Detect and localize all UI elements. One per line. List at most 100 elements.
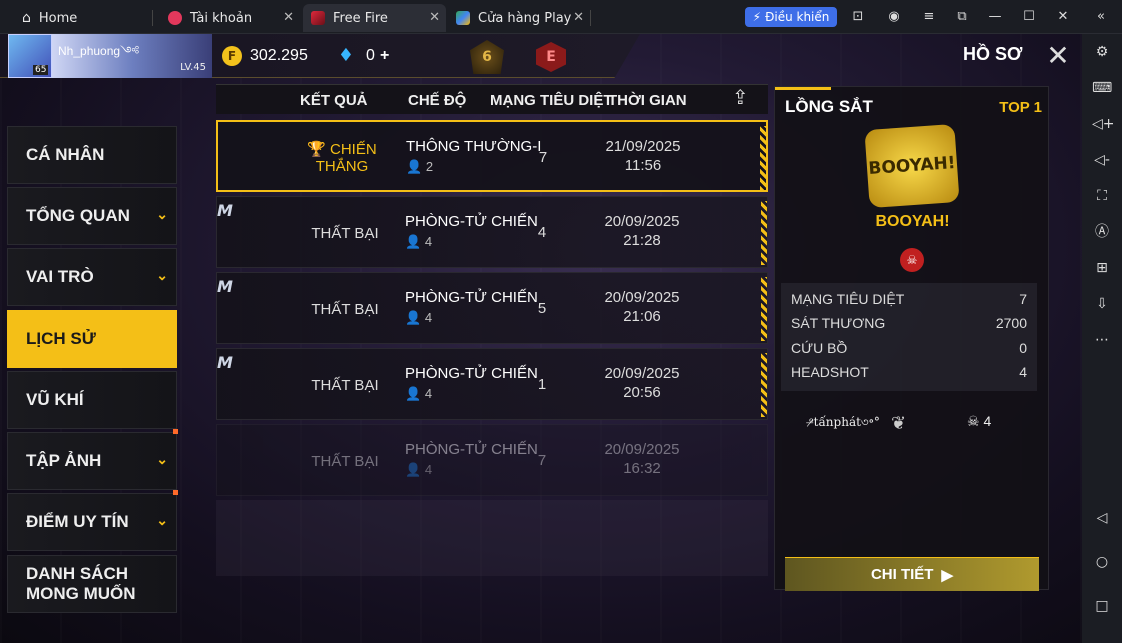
row-stripe: [761, 201, 767, 265]
collapse-sidebar-icon[interactable]: «: [1092, 8, 1110, 26]
home-circle-icon[interactable]: ○: [1092, 552, 1112, 572]
result-text: THẤT BẠI: [311, 377, 379, 394]
stat-label: SÁT THƯƠNG: [791, 315, 886, 331]
details-button[interactable]: CHI TIẾT ▶: [785, 557, 1039, 591]
match-time: 21:28: [623, 232, 661, 249]
tab-play-store-label: Cửa hàng Play: [478, 10, 572, 26]
match-detail-panel: LỒNG SẮT TOP 1 BOOYAH! BOOYAH! ☠ MẠNG TI…: [774, 86, 1049, 591]
col-time: THỜI GIAN: [608, 92, 687, 109]
match-time: 11:56: [624, 157, 662, 174]
match-date: 20/09/2025: [604, 365, 680, 382]
nav-wishlist[interactable]: DANH SÁCH MONG MUỐN: [7, 555, 177, 613]
stat-label: HEADSHOT: [791, 364, 869, 380]
minimize-icon[interactable]: —: [986, 8, 1004, 26]
table-row[interactable]: 🏆 CHIẾN THẮNG THÔNG THƯỜNG-I 👤 2 7 21/09/…: [216, 120, 768, 192]
table-row[interactable]: M THẤT BẠI PHÒNG-TỬ CHIẾN 👤 4 5 20/09/20…: [216, 272, 768, 344]
recents-icon[interactable]: □: [1092, 596, 1112, 616]
players-count: 👤 4: [405, 234, 432, 250]
menu-icon[interactable]: ≡: [920, 8, 938, 26]
more-icon[interactable]: ⋯: [1092, 330, 1112, 350]
avatar[interactable]: 65: [8, 34, 52, 78]
result-text: THẤT BẠI: [311, 301, 379, 318]
apk-install-icon[interactable]: ⇩: [1092, 294, 1112, 314]
nav-personal[interactable]: CÁ NHÂN: [7, 126, 177, 184]
add-diamond-icon[interactable]: +: [380, 47, 389, 65]
settings-icon[interactable]: ⚙: [1092, 42, 1112, 62]
account-app-icon: [168, 11, 182, 25]
players-value: 4: [424, 386, 433, 401]
nav-weapons[interactable]: VŨ KHÍ: [7, 371, 177, 429]
col-result: KẾT QUẢ: [300, 92, 368, 109]
mode-badge-icon: M: [217, 277, 233, 296]
nav-label: DANH SÁCH MONG MUỐN: [26, 564, 136, 603]
keyboard-icon[interactable]: ⌨: [1092, 78, 1112, 98]
avatar-level: 65: [33, 65, 49, 75]
table-row[interactable]: M THẤT BẠI PHÒNG-TỬ CHIẾN 👤 4 4 20/09/20…: [216, 196, 768, 268]
gamepad-icon[interactable]: ⊡: [849, 8, 867, 26]
booyah-trophy-icon: BOOYAH!: [864, 123, 960, 209]
kills-value: 1: [537, 376, 547, 393]
stat-value: 2700: [995, 315, 1027, 331]
multi-instance-icon[interactable]: ⊞: [1092, 258, 1112, 278]
game-viewport: 65 Nh_phuong༺ LV.45 F 302.295 ♦ 0 + 6 E …: [0, 34, 1082, 643]
notification-dot: [173, 429, 178, 434]
nav-reputation[interactable]: ĐIỂM UY TÍN ⌄: [7, 490, 178, 551]
nav-overview[interactable]: TỔNG QUAN ⌄: [7, 187, 177, 245]
close-icon[interactable]: ✕: [1044, 42, 1072, 70]
emulator-title-bar: ⌂ Home Tài khoản ✕ Free Fire ✕ Cửa hàng …: [0, 0, 1122, 34]
close-tab-icon[interactable]: ✕: [283, 10, 294, 25]
back-icon[interactable]: ◁: [1092, 508, 1112, 528]
result-text: THẤT BẠI: [311, 225, 379, 242]
tab-account[interactable]: Tài khoản ✕: [160, 4, 300, 32]
br-rank-value: 6: [482, 49, 492, 65]
players-count: 👤 2: [406, 159, 433, 175]
close-tab-icon[interactable]: ✕: [573, 10, 584, 25]
tab-account-label: Tài khoản: [190, 10, 253, 26]
play-arrow-icon: ▶: [941, 566, 954, 584]
tab-home-label: Home: [38, 10, 78, 26]
stat-value: 0: [1019, 340, 1027, 356]
gold-coin-icon: F: [222, 46, 242, 66]
cs-rank-value: E: [546, 49, 556, 65]
nav-label: CÁ NHÂN: [26, 145, 105, 164]
stats-box: MẠNG TIÊU DIỆT 7 SÁT THƯƠNG 2700 CỨU BỒ …: [781, 283, 1037, 391]
skull-emblem-icon: ☠: [900, 248, 924, 272]
tab-home[interactable]: ⌂ Home: [14, 4, 154, 32]
players-count: 👤 4: [405, 462, 432, 478]
nav-label: VŨ KHÍ: [26, 390, 84, 409]
close-window-icon[interactable]: ✕: [1054, 8, 1072, 26]
play-store-icon: [456, 11, 470, 25]
kills-value: 7: [537, 452, 547, 469]
nav-history[interactable]: LỊCH SỬ: [7, 310, 177, 368]
teammate-avatar-icon: ❦: [891, 413, 907, 434]
match-time: 20:56: [623, 384, 661, 401]
players-value: 4: [424, 234, 433, 249]
tab-play-store[interactable]: Cửa hàng Play ✕: [448, 4, 590, 32]
close-tab-icon[interactable]: ✕: [429, 10, 440, 25]
trophy-icon: 🏆: [307, 141, 326, 158]
account-icon[interactable]: ◉: [885, 8, 903, 26]
kills-value: 4: [537, 224, 547, 241]
details-button-label: CHI TIẾT: [870, 566, 934, 583]
tab-free-fire[interactable]: Free Fire ✕: [303, 4, 446, 32]
nav-label: VAI TRÒ: [26, 267, 94, 286]
table-row[interactable]: M THẤT BẠI PHÒNG-TỬ CHIẾN 👤 4 1 20/09/20…: [216, 348, 768, 420]
screenshot-icon[interactable]: ⛶: [1092, 186, 1112, 206]
player-banner[interactable]: Nh_phuong༺ LV.45: [52, 34, 212, 78]
nav-roles[interactable]: VAI TRÒ ⌄: [7, 248, 177, 306]
share-icon[interactable]: ⇪: [732, 85, 758, 109]
nav-album[interactable]: TẬP ẢNH ⌄: [7, 429, 178, 490]
maximize-icon[interactable]: ☐: [1020, 8, 1038, 26]
chevron-down-icon: ⌄: [156, 206, 168, 222]
mode-badge-icon: M: [217, 353, 233, 372]
volume-up-icon[interactable]: ◁+: [1092, 114, 1115, 134]
kills-value: 7: [538, 149, 548, 166]
volume-down-icon[interactable]: ◁-: [1092, 150, 1112, 170]
table-row[interactable]: THẤT BẠI PHÒNG-TỬ CHIẾN 👤 4 7 20/09/2025…: [216, 424, 768, 496]
macro-icon[interactable]: Ⓐ: [1092, 222, 1112, 242]
teammate-name[interactable]: ᵒ̶̷tấnphát৩॰°: [809, 413, 880, 434]
control-button[interactable]: ⚡ Điều khiển: [745, 7, 837, 27]
row-stripe: [760, 126, 766, 190]
col-kills: MẠNG TIÊU DIỆT: [490, 92, 613, 109]
pip-icon[interactable]: ⧉: [953, 8, 971, 26]
